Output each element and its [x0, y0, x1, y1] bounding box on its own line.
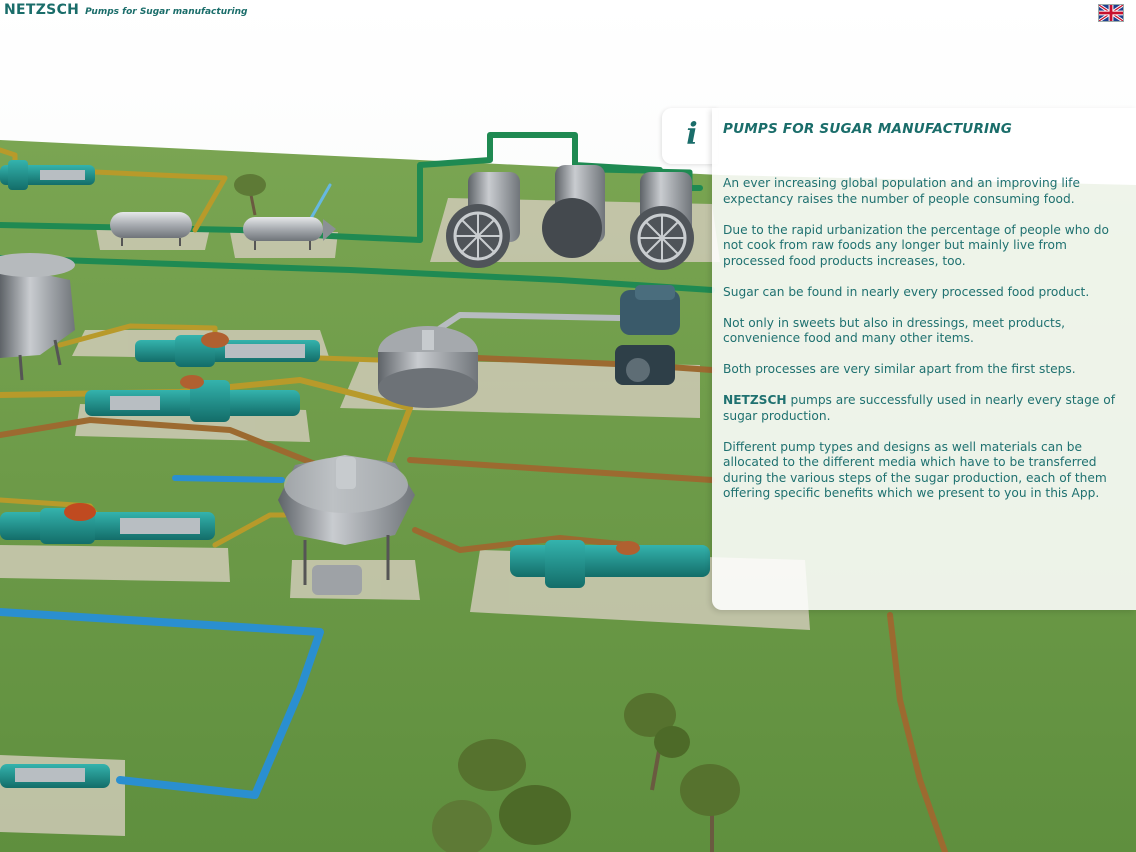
paragraph: Not only in sweets but also in dressings… [723, 315, 1066, 346]
app-header: NETZSCH Pumps for Sugar manufacturing [4, 2, 247, 24]
netzsch-paragraph: NETZSCH pumps are successfully used in n… [723, 393, 1115, 424]
app-subtitle: Pumps for Sugar manufacturing [85, 7, 248, 17]
info-panel: i PUMPS FOR SUGAR MANUFACTURING An ever … [662, 108, 1136, 610]
info-tab[interactable]: i [662, 108, 718, 164]
paragraph: Different pump types and designs as well… [723, 439, 1107, 501]
paragraph: Sugar can be found in nearly every proce… [723, 284, 1090, 299]
info-icon[interactable]: i [682, 118, 702, 152]
paragraph: Due to the rapid urbanization the percen… [723, 222, 1109, 268]
uk-flag-icon[interactable] [1098, 4, 1124, 22]
panel-text: An ever increasing global population and… [723, 176, 1115, 517]
paragraph: An ever increasing global population and… [723, 176, 1080, 206]
paragraph: Both processes are very similar apart fr… [723, 362, 1076, 376]
netzsch-strong: NETZSCH [723, 393, 787, 407]
netzsch-logo: NETZSCH [4, 2, 80, 18]
panel-title: PUMPS FOR SUGAR MANUFACTURING [723, 121, 1013, 137]
